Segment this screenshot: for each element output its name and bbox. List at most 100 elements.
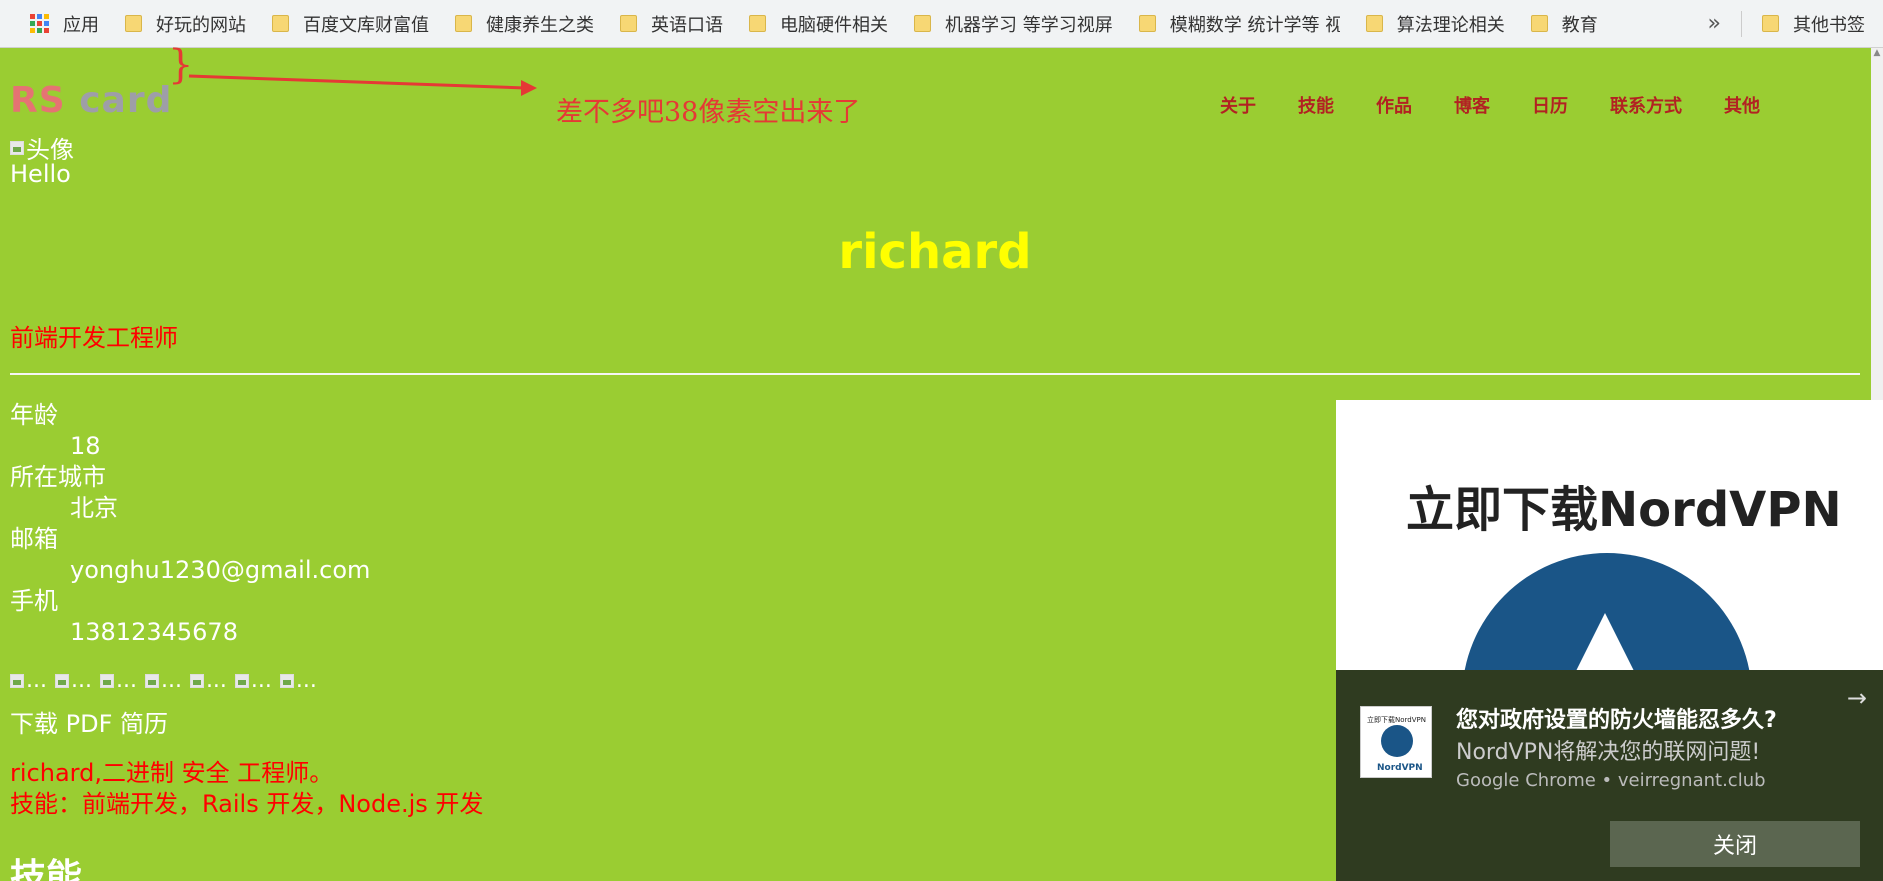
bookmark-label: 英语口语 (651, 14, 723, 36)
folder-icon (125, 15, 142, 32)
info-value: 18 (70, 432, 101, 460)
bookmark-folder[interactable]: 算法理论相关 (1358, 0, 1513, 47)
icon-alt: ... (250, 668, 272, 693)
info-label: 手机 (10, 587, 58, 615)
apps-shortcut[interactable]: 应用 (0, 0, 107, 47)
download-pdf-link[interactable]: 下载 PDF 简历 (10, 704, 168, 739)
social-link[interactable]: ... (144, 668, 182, 693)
folder-icon (272, 15, 289, 32)
bookmark-label: 机器学习 等学习视屏 (945, 14, 1113, 36)
bookmark-label: 好玩的网站 (156, 14, 246, 36)
notification-thumbnail: 立即下载NordVPN NordVPN (1360, 706, 1432, 778)
vpn-logo-icon (1381, 725, 1413, 757)
folder-icon (1365, 15, 1383, 32)
social-icons: ... ... ... ... ... ... ... (10, 668, 325, 693)
bookmark-folder[interactable]: 机器学习 等学习视屏 (906, 0, 1121, 47)
apps-label: 应用 (63, 14, 99, 36)
folder-icon (749, 15, 766, 32)
bookmark-folder[interactable]: 教育 (1523, 0, 1606, 47)
ad-title: 立即下载NordVPN (1406, 482, 1842, 538)
bookmark-folder[interactable]: 百度文库财富值 (264, 0, 437, 47)
bookmark-folder[interactable]: 英语口语 (612, 0, 731, 47)
bookmark-label: 电脑硬件相关 (780, 14, 888, 36)
folder-icon (620, 15, 637, 32)
notification-toast[interactable]: 立即下载NordVPN NordVPN 您对政府设置的防火墙能忍多久? Nord… (1336, 670, 1883, 881)
annotation-note: 差不多吧38像素空出来了 (556, 97, 861, 128)
icon-alt: ... (26, 668, 47, 693)
nav-calendar[interactable]: 日历 (1532, 92, 1568, 118)
broken-image-icon (189, 673, 204, 688)
info-label: 年龄 (10, 401, 58, 429)
notification-title: 您对政府设置的防火墙能忍多久? (1456, 708, 1777, 733)
nav-blog[interactable]: 博客 (1454, 92, 1490, 118)
bookmark-label: 其他书签 (1793, 14, 1865, 36)
bookmark-label: 百度文库财富值 (303, 14, 429, 36)
bookmark-label: 模糊数学 统计学等 视 (1169, 14, 1340, 36)
nav-works[interactable]: 作品 (1376, 92, 1412, 118)
info-label: 邮箱 (10, 525, 58, 553)
scroll-up-icon[interactable]: ▲ (1871, 48, 1883, 60)
notification-body: NordVPN将解决您的联网问题! (1456, 740, 1761, 765)
annotation-arrow (188, 74, 537, 96)
info-value: yonghu1230@gmail.com (70, 556, 371, 584)
bookmark-folder[interactable]: 健康养生之类 (447, 0, 602, 47)
social-link[interactable]: ... (234, 668, 272, 693)
profile-name: richard (838, 224, 1032, 280)
folder-icon (914, 15, 931, 32)
folder-icon (455, 15, 472, 32)
greeting: Hello (10, 160, 71, 188)
social-link[interactable]: ... (99, 668, 137, 693)
icon-alt: ... (295, 668, 317, 693)
bookmark-label: 健康养生之类 (486, 14, 594, 36)
intro-line: richard,二进制 安全 工程师。 (10, 759, 334, 787)
social-link[interactable]: ... (54, 668, 92, 693)
bookmarks-divider (1741, 10, 1742, 37)
bookmark-folder[interactable]: 好玩的网站 (117, 0, 254, 47)
nav-skills[interactable]: 技能 (1298, 92, 1334, 118)
icon-alt: ... (160, 668, 182, 693)
more-bookmarks-button[interactable]: » (1688, 11, 1741, 36)
divider (10, 373, 1860, 375)
broken-image-icon (99, 673, 114, 688)
thumb-brand: NordVPN (1377, 763, 1423, 773)
broken-image-icon (10, 673, 24, 688)
other-bookmarks[interactable]: 其他书签 (1754, 0, 1873, 47)
icon-alt: ... (205, 668, 227, 693)
logo-card: card (79, 80, 173, 121)
icon-alt: ... (70, 668, 92, 693)
social-link[interactable]: ... (10, 668, 47, 693)
nav-other[interactable]: 其他 (1724, 92, 1760, 118)
close-button[interactable]: 关闭 (1610, 821, 1860, 867)
folder-icon (1530, 15, 1548, 32)
broken-image-icon (54, 673, 69, 688)
bookmark-folder[interactable]: 电脑硬件相关 (741, 0, 896, 47)
top-nav: 关于 技能 作品 博客 日历 联系方式 其他 (1220, 92, 1802, 118)
thumb-title: 立即下载NordVPN (1367, 716, 1426, 724)
folder-icon (1138, 15, 1156, 32)
nav-contact[interactable]: 联系方式 (1610, 92, 1682, 118)
info-label: 所在城市 (10, 463, 106, 491)
icon-alt: ... (115, 668, 137, 693)
open-arrow-icon[interactable]: → (1847, 684, 1867, 712)
skills-heading: 技能 (10, 857, 83, 881)
bookmark-folder[interactable]: 模糊数学 统计学等 视 (1131, 0, 1348, 47)
profile-info: 年龄 18 所在城市 北京 邮箱 yonghu1230@gmail.com 手机… (10, 400, 370, 648)
broken-image-icon (234, 673, 249, 688)
logo-rs: RS (10, 80, 66, 121)
info-value: 13812345678 (70, 618, 238, 646)
notification-source: Google Chrome • veirregnant.club (1456, 770, 1766, 791)
folder-icon (1762, 15, 1779, 32)
bookmark-label: 教育 (1561, 14, 1598, 36)
info-value: 北京 (70, 494, 118, 522)
bookmark-label: 算法理论相关 (1396, 14, 1505, 36)
broken-image-icon (279, 673, 294, 688)
nav-about[interactable]: 关于 (1220, 92, 1256, 118)
social-link[interactable]: ... (279, 668, 317, 693)
intro: richard,二进制 安全 工程师。 技能：前端开发，Rails 开发，Nod… (10, 758, 483, 820)
broken-image-icon (144, 673, 159, 688)
social-link[interactable]: ... (189, 668, 227, 693)
logo[interactable]: RS card (10, 80, 172, 121)
broken-image-icon (10, 140, 24, 155)
intro-line: 技能：前端开发，Rails 开发，Node.js 开发 (10, 790, 484, 818)
apps-grid-icon (30, 14, 49, 33)
